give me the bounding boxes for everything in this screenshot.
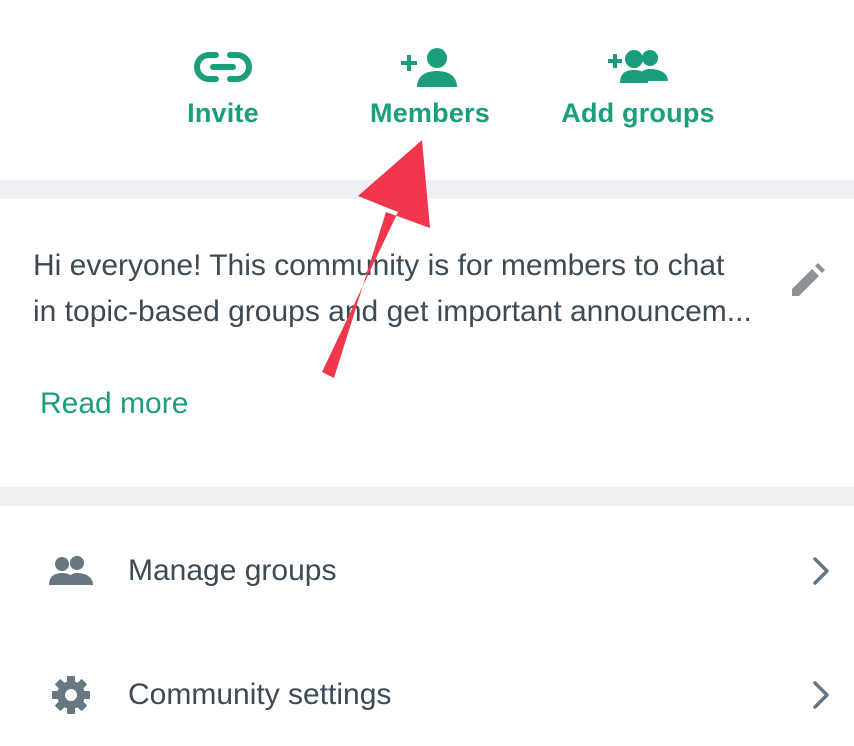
community-description: Hi everyone! This community is for membe… <box>33 249 752 328</box>
chevron-right-icon <box>806 554 836 588</box>
manage-groups-row[interactable]: Manage groups <box>0 516 854 626</box>
add-group-icon <box>606 44 670 90</box>
community-settings-row[interactable]: Community settings <box>0 640 854 746</box>
pencil-icon[interactable] <box>786 262 828 302</box>
groups-icon <box>46 549 96 593</box>
action-row: Invite Members Add groups <box>0 0 854 180</box>
invite-button[interactable]: Invite <box>123 0 323 180</box>
section-divider <box>0 487 854 506</box>
community-settings-label: Community settings <box>128 678 392 711</box>
add-groups-label: Add groups <box>561 98 715 128</box>
manage-groups-label: Manage groups <box>128 554 337 587</box>
members-label: Members <box>370 98 490 128</box>
members-button[interactable]: Members <box>330 0 530 180</box>
link-icon <box>192 44 254 90</box>
add-person-icon <box>399 44 461 90</box>
community-info-page: Invite Members Add groups Hi everyone! T… <box>0 0 854 746</box>
section-divider <box>0 180 854 199</box>
invite-label: Invite <box>187 98 259 128</box>
add-groups-button[interactable]: Add groups <box>538 0 738 180</box>
chevron-right-icon <box>806 678 836 712</box>
read-more-link[interactable]: Read more <box>40 387 188 421</box>
gear-icon <box>46 673 96 717</box>
